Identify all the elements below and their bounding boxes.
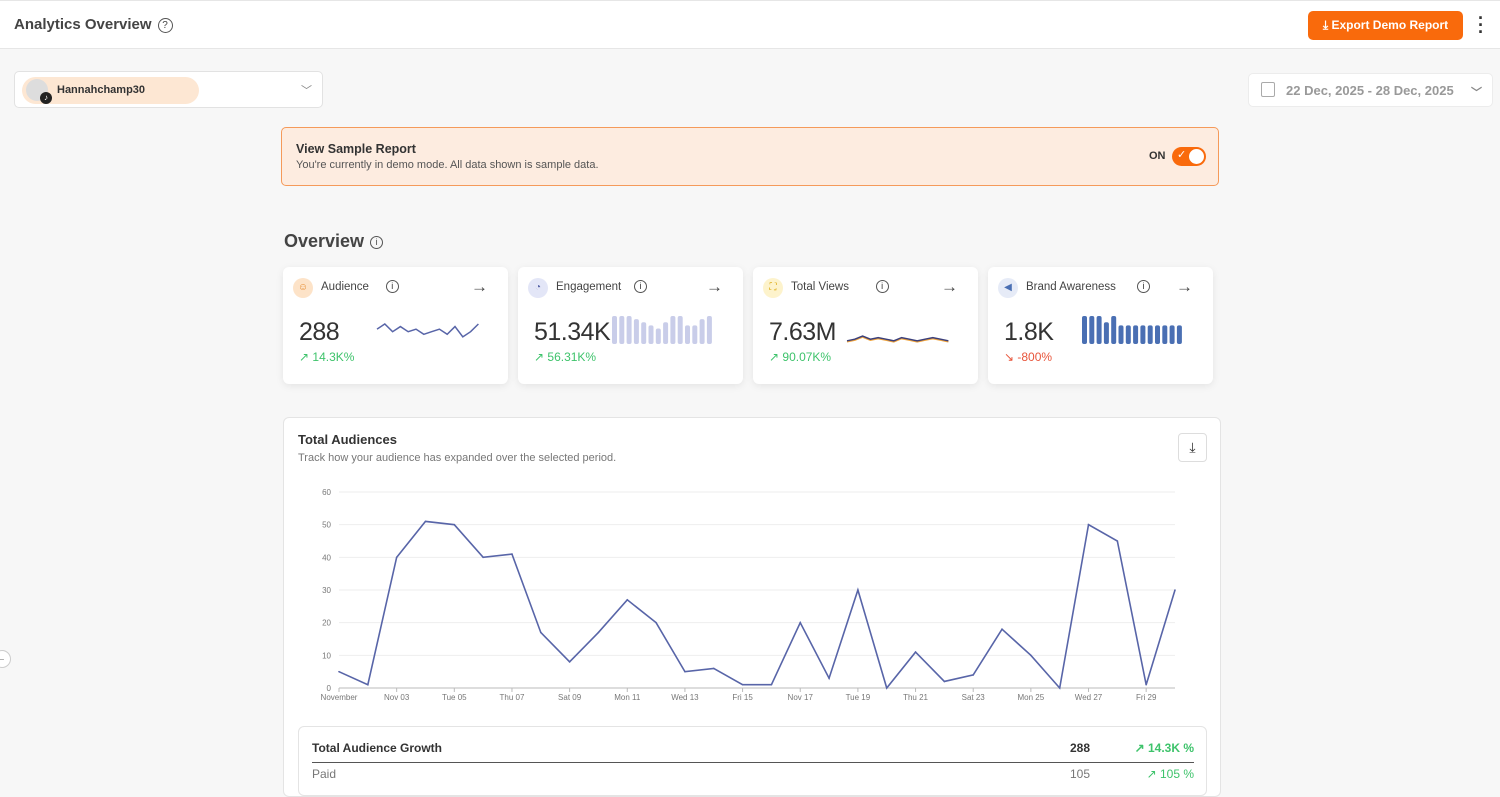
data-point <box>424 520 427 523</box>
data-point <box>338 670 340 673</box>
data-point <box>857 589 859 591</box>
data-point <box>568 661 571 663</box>
trend-up-icon: ↗ <box>1134 741 1148 755</box>
y-tick-label: 0 <box>327 684 332 693</box>
x-tick-label: Wed 13 <box>671 693 699 702</box>
data-point <box>1001 628 1003 630</box>
data-point <box>1145 683 1147 686</box>
data-point <box>972 674 975 676</box>
y-tick-label: 30 <box>322 586 331 595</box>
data-point <box>1030 654 1032 657</box>
x-tick-label: Nov 03 <box>384 693 410 702</box>
data-point <box>453 523 456 526</box>
x-tick-label: Mon 11 <box>614 693 641 702</box>
x-tick-label: Fri 15 <box>732 693 753 702</box>
x-tick-label: Nov 17 <box>788 693 814 702</box>
table-row: Total Audience Growth 288 ↗ 14.3K % <box>312 741 1194 763</box>
x-tick-label: Thu 21 <box>903 693 928 702</box>
data-point <box>799 621 802 624</box>
data-point <box>626 599 629 601</box>
series-line <box>338 520 1176 690</box>
data-point <box>511 553 513 555</box>
data-point <box>395 556 398 559</box>
table-row: Paid 105 ↗ 105 % <box>312 767 1194 781</box>
y-tick-label: 50 <box>322 521 331 530</box>
data-point <box>482 556 484 559</box>
y-tick-label: 60 <box>322 488 331 497</box>
x-tick-label: Thu 07 <box>500 693 525 702</box>
x-tick-label: Tue 19 <box>846 693 871 702</box>
x-tick-label: Fri 29 <box>1136 693 1157 702</box>
data-point <box>770 683 773 686</box>
audience-line-chart: 0 10 20 30 40 50 60 November Nov 03 Tue 05 Thu 07 S… <box>321 488 1176 702</box>
data-point <box>684 670 686 673</box>
data-point <box>367 683 369 686</box>
y-tick-label: 10 <box>322 651 331 660</box>
x-tick-label: Tue 05 <box>442 693 467 702</box>
data-point <box>655 621 657 624</box>
data-point <box>885 687 888 689</box>
x-tick-label: Sat 09 <box>558 693 582 702</box>
data-point <box>712 667 715 670</box>
growth-table: Total Audience Growth 288 ↗ 14.3K % Paid 10… <box>298 726 1207 796</box>
y-tick-label: 40 <box>322 553 331 562</box>
data-point <box>741 683 744 686</box>
x-tick-label: Wed 27 <box>1075 693 1103 702</box>
x-tick-label: Mon 25 <box>1018 693 1045 702</box>
data-point <box>1058 687 1061 689</box>
data-point <box>914 651 917 653</box>
x-tick-label: Sat 23 <box>962 693 986 702</box>
y-tick-label: 20 <box>322 619 331 628</box>
data-point <box>1087 523 1090 526</box>
x-tick-label: November <box>321 693 358 702</box>
data-point <box>828 677 830 679</box>
data-point <box>597 631 600 634</box>
data-point <box>1116 540 1119 542</box>
data-point <box>943 680 946 683</box>
trend-up-icon: ↗ <box>1146 767 1160 781</box>
data-point <box>1174 589 1176 591</box>
data-point <box>539 631 542 634</box>
